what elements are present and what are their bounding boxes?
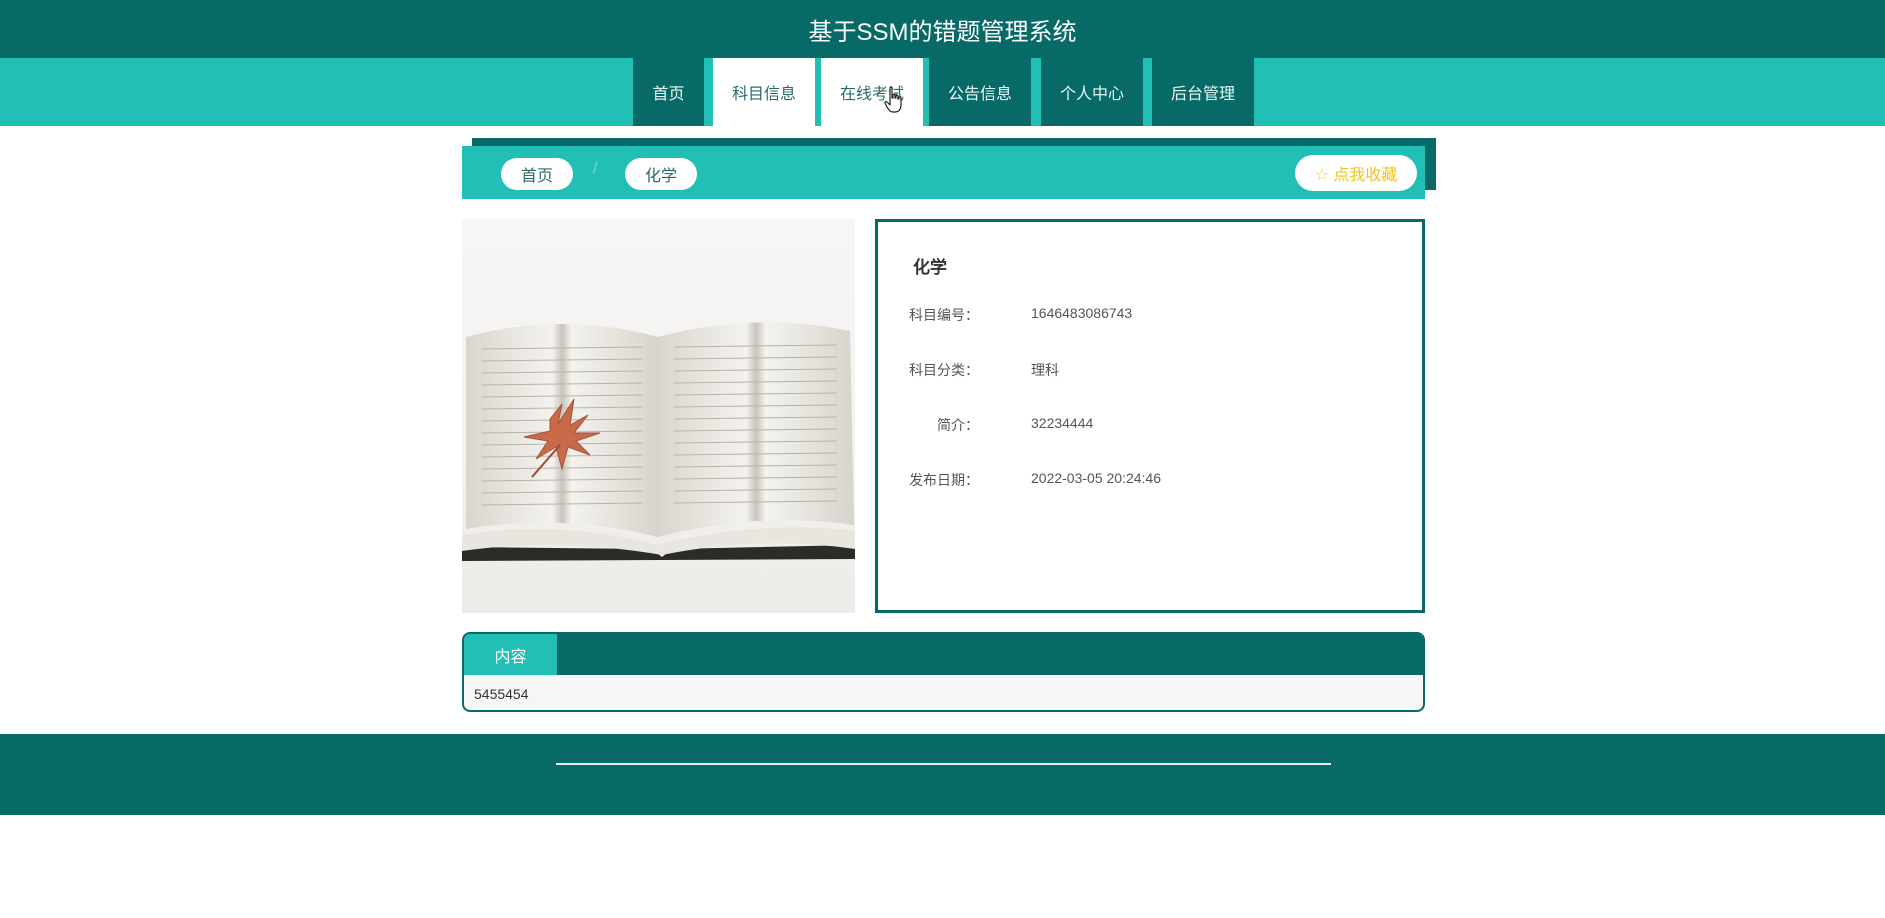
subject-name: 化学 [913,258,947,277]
breadcrumb-separator: / [593,160,598,177]
nav-personal-center[interactable]: 个人中心 [1041,58,1143,126]
content-text: 5455454 [474,686,529,702]
field-value-code: 1646483086743 [1031,305,1133,321]
breadcrumb: 首页 / 化学 ☆ 点我收藏 [462,146,1425,199]
field-value-date: 2022-03-05 20:24:46 [1031,470,1161,486]
footer-divider [556,763,1331,765]
field-value-category: 理科 [1031,362,1059,378]
field-label-date: 发布日期： [909,472,979,488]
tab-content[interactable]: 内容 [464,634,557,675]
open-book-illustration [462,322,855,561]
main-nav: 首页 科目信息 在线考试 公告信息 个人中心 后台管理 [0,58,1885,126]
hand-cursor-icon [884,86,902,113]
field-label-category: 科目分类： [909,362,979,378]
field-value-intro: 32234444 [1031,415,1094,431]
breadcrumb-current[interactable]: 化学 [625,158,697,190]
nav-online-exam[interactable]: 在线考试 [821,58,923,126]
subject-detail-card: 化学 科目编号： 1646483086743 科目分类： 理科 简介： 3223… [875,219,1425,613]
site-title: 基于SSM的错题管理系统 [808,18,1077,46]
subject-image [462,219,855,613]
field-label-code: 科目编号： [909,307,979,323]
breadcrumb-home[interactable]: 首页 [501,158,573,190]
content-panel: 内容 5455454 [462,632,1425,712]
site-footer [0,734,1885,815]
site-header: 基于SSM的错题管理系统 [0,0,1885,58]
content-tab-bar: 内容 [464,634,1423,675]
nav-home[interactable]: 首页 [633,58,704,126]
favorite-button[interactable]: ☆ 点我收藏 [1295,155,1417,191]
field-label-intro: 简介： [937,417,979,433]
nav-admin[interactable]: 后台管理 [1152,58,1254,126]
nav-subject-info[interactable]: 科目信息 [713,58,815,126]
nav-announcements[interactable]: 公告信息 [929,58,1031,126]
